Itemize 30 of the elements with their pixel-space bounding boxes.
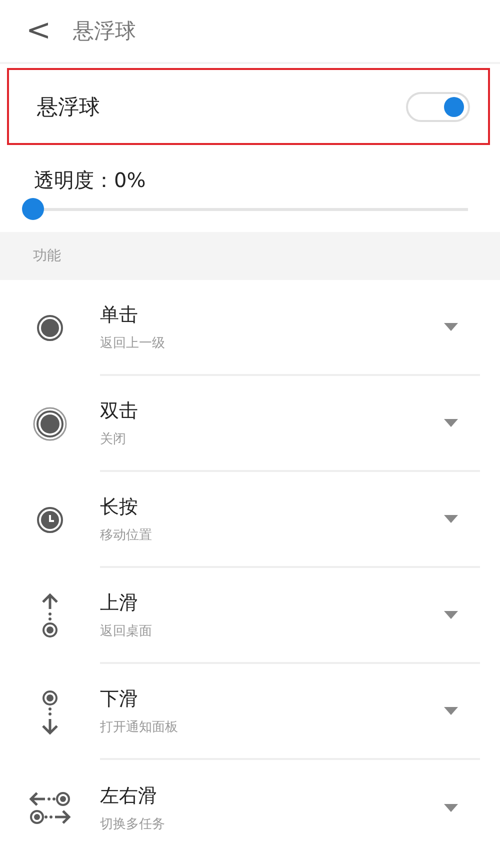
swipe-sideways-icon	[28, 790, 72, 826]
action-title: 单击	[100, 303, 139, 328]
action-title: 下滑	[100, 687, 139, 712]
back-button[interactable]: <	[26, 16, 52, 46]
action-value: 返回上一级	[100, 335, 166, 352]
dropdown-caret-icon[interactable]	[444, 323, 458, 331]
action-value: 切换多任务	[100, 816, 166, 833]
action-value: 打开通知面板	[100, 719, 179, 736]
double-tap-icon	[33, 407, 67, 441]
action-value: 关闭	[100, 431, 127, 448]
action-title: 上滑	[100, 591, 139, 616]
action-title: 左右滑	[100, 784, 158, 809]
tap-icon	[36, 314, 64, 342]
section-title: 功能	[33, 247, 61, 265]
action-value: 移动位置	[100, 527, 153, 544]
page-title: 悬浮球	[73, 18, 136, 45]
opacity-label: 透明度：0%	[33, 167, 147, 194]
clock-icon	[36, 506, 64, 534]
dropdown-caret-icon[interactable]	[444, 611, 458, 619]
dropdown-caret-icon[interactable]	[444, 419, 458, 427]
action-value: 返回桌面	[100, 623, 153, 640]
swipe-down-icon	[39, 689, 61, 735]
slider-thumb[interactable]	[22, 198, 44, 220]
dropdown-caret-icon[interactable]	[444, 804, 458, 812]
toggle-switch[interactable]	[406, 92, 470, 122]
dropdown-caret-icon[interactable]	[444, 707, 458, 715]
action-title: 长按	[100, 495, 139, 520]
dropdown-caret-icon[interactable]	[444, 515, 458, 523]
action-title: 双击	[100, 399, 139, 424]
toggle-label: 悬浮球	[37, 94, 100, 120]
